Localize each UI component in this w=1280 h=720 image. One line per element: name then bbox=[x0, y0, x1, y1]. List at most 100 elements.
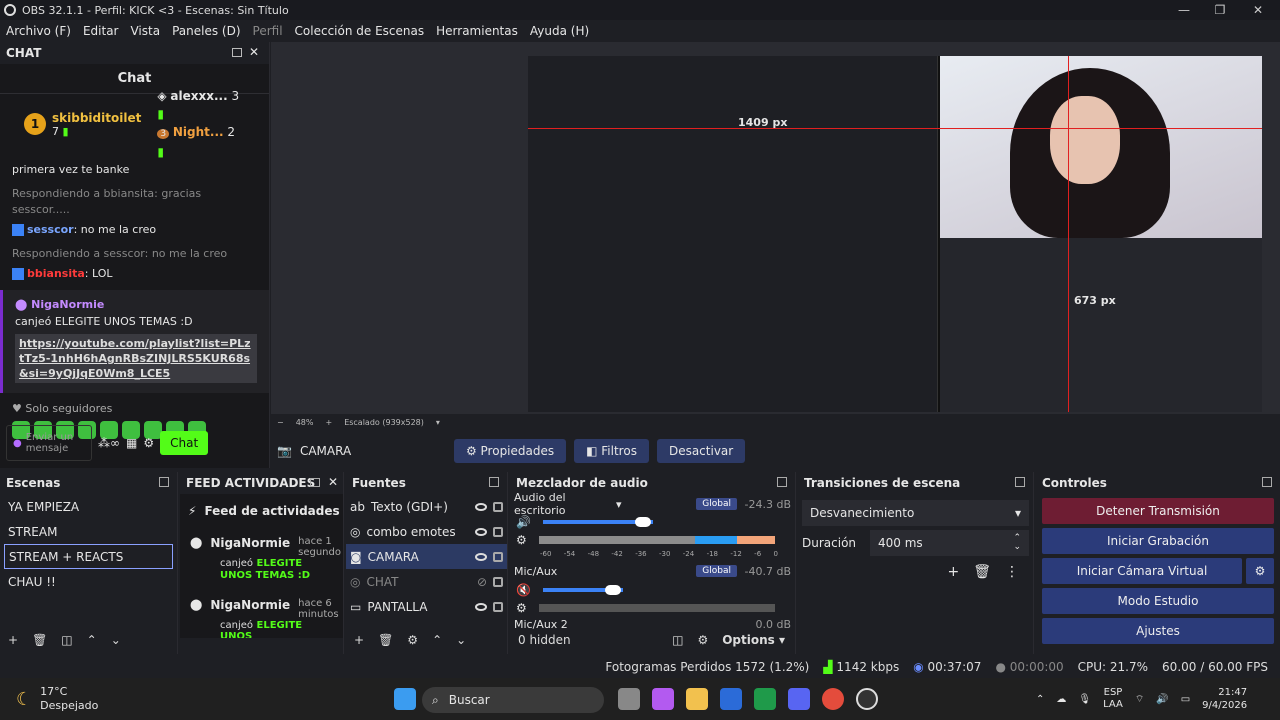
float-icon[interactable] bbox=[1015, 477, 1025, 487]
chevron-up-icon[interactable]: ⌃ bbox=[432, 633, 442, 647]
eye-icon[interactable] bbox=[475, 502, 487, 511]
more-icon[interactable]: ⋮ bbox=[1005, 564, 1019, 580]
slider-handle[interactable] bbox=[604, 585, 621, 595]
language-indicator[interactable]: ESP LAA bbox=[1103, 687, 1123, 711]
source-item-selected[interactable]: ◙ CAMARA bbox=[346, 544, 507, 569]
redeem-link[interactable]: https://youtube.com/playlist?list=PLztTz… bbox=[15, 334, 257, 383]
scene-item[interactable]: STREAM bbox=[0, 519, 177, 544]
chat-username[interactable]: sesscor bbox=[27, 223, 74, 236]
volume-slider[interactable] bbox=[542, 517, 653, 527]
cloud-icon[interactable]: ☁ bbox=[1056, 694, 1066, 705]
chevron-up-icon[interactable]: ⌃ bbox=[1036, 694, 1044, 705]
chevron-down-icon[interactable]: ⌄ bbox=[456, 633, 466, 647]
gear-icon[interactable]: ⚙ bbox=[697, 633, 708, 647]
audio-settings-icon[interactable]: ⚙ bbox=[516, 533, 527, 547]
chevron-up-icon[interactable]: ⌃ bbox=[87, 633, 97, 647]
eye-icon[interactable] bbox=[475, 602, 487, 611]
chevron-down-icon[interactable]: ▾ bbox=[436, 418, 440, 427]
send-chat-button[interactable]: Chat bbox=[160, 431, 209, 455]
source-item[interactable]: ab Texto (GDI+) bbox=[346, 494, 507, 519]
filter-icon[interactable]: ◫ bbox=[61, 633, 72, 647]
mic-icon[interactable]: ● bbox=[13, 438, 22, 449]
speaker-icon[interactable]: 🔊 bbox=[516, 515, 531, 529]
trash-icon[interactable]: 🗑 bbox=[378, 633, 393, 647]
properties-button[interactable]: ⚙ Propiedades bbox=[453, 439, 567, 463]
scene-item[interactable]: YA EMPIEZA bbox=[0, 494, 177, 519]
excel-icon[interactable] bbox=[754, 688, 776, 710]
word-icon[interactable] bbox=[720, 688, 742, 710]
slider-handle[interactable] bbox=[634, 517, 651, 527]
taskbar-search[interactable]: ⌕ Buscar bbox=[422, 687, 604, 713]
lock-icon[interactable] bbox=[493, 526, 503, 537]
chat-settings-icon[interactable]: ⚙ bbox=[143, 436, 154, 450]
stop-stream-button[interactable]: Detener Transmisión bbox=[1042, 498, 1274, 524]
trash-icon[interactable]: 🗑 bbox=[32, 633, 47, 647]
emote-picker-icon[interactable]: ⁂∞ bbox=[98, 436, 120, 450]
menu-perfil[interactable]: Perfil bbox=[247, 24, 289, 38]
feed-username[interactable]: NigaNormie bbox=[210, 598, 290, 612]
float-icon[interactable] bbox=[232, 48, 242, 57]
chevron-down-icon[interactable]: ⌄ bbox=[111, 633, 121, 647]
task-view-icon[interactable] bbox=[618, 688, 640, 710]
transition-select[interactable]: Desvanecimiento ▾ bbox=[802, 500, 1029, 526]
menu-vista[interactable]: Vista bbox=[124, 24, 166, 38]
gear-icon[interactable]: ⚙ bbox=[407, 633, 418, 647]
gifter-3-name[interactable]: Night... bbox=[173, 125, 224, 139]
wifi-icon[interactable]: ⌔ bbox=[1135, 693, 1144, 706]
close-dock-icon[interactable]: ✕ bbox=[328, 475, 338, 489]
close-window-button[interactable]: ✕ bbox=[1240, 0, 1276, 20]
layout-icon[interactable]: ◫ bbox=[672, 633, 683, 647]
file-explorer-icon[interactable] bbox=[686, 688, 708, 710]
options-button[interactable]: Options ▾ bbox=[722, 633, 785, 647]
menu-archivo[interactable]: Archivo (F) bbox=[0, 24, 77, 38]
virtual-camera-settings-icon[interactable]: ⚙ bbox=[1246, 558, 1274, 584]
filters-button[interactable]: ◧ Filtros bbox=[574, 439, 649, 463]
chevron-down-icon[interactable]: ▾ bbox=[616, 498, 622, 511]
menu-ayuda[interactable]: Ayuda (H) bbox=[524, 24, 595, 38]
source-item[interactable]: ◎ combo emotes bbox=[346, 519, 507, 544]
chrome-icon[interactable] bbox=[822, 688, 844, 710]
scene-item-selected[interactable]: STREAM + REACTS bbox=[4, 544, 173, 569]
virtual-camera-button[interactable]: Iniciar Cámara Virtual bbox=[1042, 558, 1242, 584]
source-item[interactable]: ▭ PANTALLA bbox=[346, 594, 507, 619]
eye-icon[interactable] bbox=[475, 527, 487, 536]
float-icon[interactable] bbox=[310, 478, 320, 487]
float-icon[interactable] bbox=[1262, 477, 1272, 487]
clock[interactable]: 21:47 9/4/2026 bbox=[1202, 686, 1247, 712]
add-icon[interactable]: + bbox=[947, 564, 959, 580]
menu-editar[interactable]: Editar bbox=[77, 24, 125, 38]
close-dock-icon[interactable]: ✕ bbox=[249, 45, 259, 59]
eye-hidden-icon[interactable]: ⊘ bbox=[477, 575, 487, 589]
discord-icon[interactable] bbox=[788, 688, 810, 710]
chat-username[interactable]: bbiansita bbox=[27, 267, 85, 280]
windows-start-icon[interactable] bbox=[394, 688, 416, 710]
maximize-button[interactable]: ❐ bbox=[1202, 0, 1238, 20]
menu-herramientas[interactable]: Herramientas bbox=[430, 24, 524, 38]
chat-input[interactable]: ● Enviar un mensaje bbox=[6, 425, 92, 461]
menu-paneles[interactable]: Paneles (D) bbox=[166, 24, 246, 38]
menu-coleccion[interactable]: Colección de Escenas bbox=[289, 24, 431, 38]
source-item[interactable]: ◎ CHAT ⊘ bbox=[346, 569, 507, 594]
settings-button[interactable]: Ajustes bbox=[1042, 618, 1274, 644]
add-icon[interactable]: + bbox=[8, 633, 18, 647]
weather-widget[interactable]: ☾ 17°C Despejado bbox=[16, 685, 156, 713]
float-icon[interactable] bbox=[777, 477, 787, 487]
store-icon[interactable]: ▦ bbox=[126, 436, 137, 450]
feed-username[interactable]: NigaNormie bbox=[210, 536, 290, 550]
gifter-2-name[interactable]: alexxx... bbox=[170, 89, 227, 103]
zoom-out-button[interactable]: − bbox=[277, 418, 284, 427]
deactivate-button[interactable]: Desactivar bbox=[656, 439, 746, 463]
float-icon[interactable] bbox=[159, 477, 169, 487]
copilot-icon[interactable] bbox=[652, 688, 674, 710]
eye-icon[interactable] bbox=[475, 552, 487, 561]
duration-input[interactable]: 400 ms ⌃ ⌄ bbox=[870, 530, 1029, 556]
trash-icon[interactable]: 🗑 bbox=[973, 564, 991, 580]
top-gifter-name[interactable]: skibbiditoilet bbox=[52, 111, 141, 125]
audio-settings-icon[interactable]: ⚙ bbox=[516, 601, 527, 615]
redeem-username[interactable]: NigaNormie bbox=[31, 298, 104, 311]
stepper-icon[interactable]: ⌃ ⌄ bbox=[1013, 534, 1021, 552]
obs-icon[interactable] bbox=[856, 688, 878, 710]
studio-mode-button[interactable]: Modo Estudio bbox=[1042, 588, 1274, 614]
mic-icon[interactable]: 🎙 bbox=[1078, 694, 1091, 705]
zoom-in-button[interactable]: + bbox=[325, 418, 332, 427]
